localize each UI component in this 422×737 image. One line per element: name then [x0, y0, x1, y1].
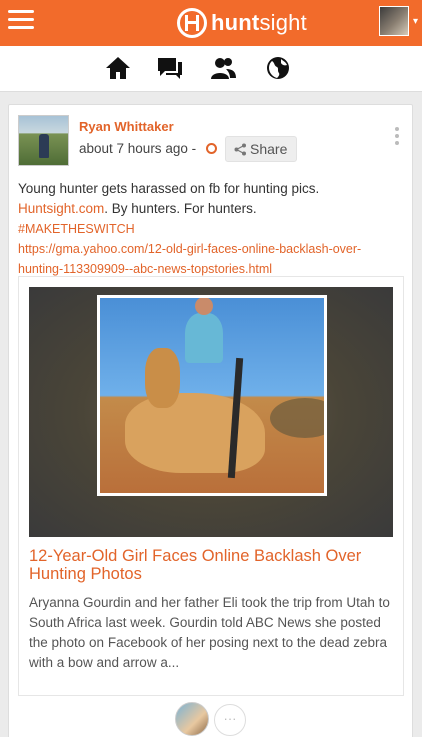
huntsight-logo-icon: [177, 8, 207, 38]
post-text-line: Young hunter gets harassed on fb for hun…: [18, 181, 320, 196]
brand-logo[interactable]: huntsight: [177, 6, 307, 40]
public-globe-icon: [206, 143, 217, 154]
main-nav: [0, 46, 422, 92]
user-avatar[interactable]: [379, 6, 409, 36]
preview-title[interactable]: 12-Year-Old Girl Faces Online Backlash O…: [29, 547, 389, 583]
globe-icon[interactable]: [264, 55, 292, 81]
tagline-text: . By hunters. For hunters.: [104, 201, 257, 216]
brand-name: huntsight: [211, 10, 307, 35]
author-avatar[interactable]: [18, 115, 69, 166]
more-reactions-button[interactable]: ···: [214, 704, 246, 736]
link-preview[interactable]: 12-Year-Old Girl Faces Online Backlash O…: [18, 276, 404, 696]
liker-avatar[interactable]: [175, 702, 209, 736]
chevron-down-icon[interactable]: ▾: [413, 16, 418, 27]
menu-icon[interactable]: [8, 10, 34, 34]
preview-description: Aryanna Gourdin and her father Eli took …: [29, 595, 390, 670]
post-timestamp: about 7 hours ago -: [79, 141, 197, 156]
share-label: Share: [250, 141, 288, 157]
preview-photo: [97, 295, 327, 496]
share-button[interactable]: Share: [225, 136, 297, 162]
users-icon[interactable]: [209, 55, 237, 81]
home-icon[interactable]: [104, 55, 132, 81]
article-url-link[interactable]: https://gma.yahoo.com/12-old-girl-faces-…: [18, 239, 406, 279]
share-icon: [234, 143, 246, 156]
hashtag-link[interactable]: #MAKETHESWITCH: [18, 219, 406, 239]
author-name[interactable]: Ryan Whittaker: [79, 119, 174, 134]
preview-image[interactable]: [29, 287, 393, 537]
chat-icon[interactable]: [156, 55, 184, 81]
post-body: Young hunter gets harassed on fb for hun…: [18, 179, 406, 279]
more-options-icon[interactable]: [391, 127, 403, 149]
site-link[interactable]: Huntsight.com: [18, 201, 104, 216]
post-card: Ryan Whittaker about 7 hours ago - Share…: [8, 104, 413, 737]
app-header: huntsight ▾: [0, 0, 422, 46]
